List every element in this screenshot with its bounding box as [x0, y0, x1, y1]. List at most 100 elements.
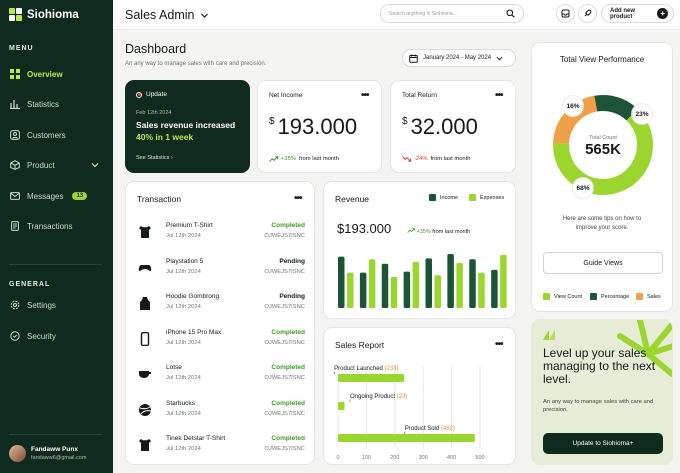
transaction-status: Pending	[279, 257, 305, 265]
transaction-row[interactable]: Playstation 5 Jul 12th 2024 Pending OJWEJS7…	[137, 256, 305, 286]
date-range-picker[interactable]: January 2024 - May 2024	[402, 49, 516, 67]
sidebar-item-settings[interactable]: Settings	[0, 295, 113, 315]
promo-card: Level up your sales managing to the next…	[531, 319, 673, 465]
topbar: Sales Admin Search anything in Siohioma.…	[113, 0, 680, 30]
upgrade-button[interactable]: Update to Siohioma+	[543, 433, 663, 454]
transaction-id: OJWEJS7ISNC	[264, 446, 305, 452]
promo-subtext: An any way to manage sales with care and…	[543, 399, 654, 413]
percent-bubble-label: 16%	[566, 103, 579, 110]
promo-headline: Level up your sales managing to the next…	[543, 346, 656, 386]
legend-swatch	[543, 293, 550, 300]
total-return-value: $32.000	[402, 114, 478, 140]
revenue-bar-income	[447, 253, 454, 308]
revenue-bar-income	[359, 272, 367, 308]
search-input[interactable]: Search anything in Siohioma...	[380, 4, 524, 23]
sidebar-item-label: Product	[27, 160, 55, 170]
transaction-row[interactable]: Starbucks Jul 12th 2024 Completed OJWEJS7IS…	[137, 398, 305, 428]
logo[interactable]: Siohioma	[9, 8, 79, 21]
donut-slice-percentage	[594, 95, 638, 121]
app-title[interactable]: Sales Admin	[125, 8, 209, 22]
sales-report-title: Sales Report	[335, 340, 385, 350]
trend-down-icon	[402, 156, 411, 162]
chevron-down-icon[interactable]	[91, 161, 99, 169]
legend-swatch	[469, 194, 476, 201]
total-return-card: Total Return ••• $32.000 -24% from last …	[390, 80, 516, 173]
transaction-card: Transaction ••• Premium T-Shirt Jul 12th …	[125, 181, 315, 465]
sidebar-item-security[interactable]: Security	[0, 326, 113, 346]
transaction-date: Jul 12th 2024	[166, 446, 201, 452]
transaction-id: OJWEJS7ISNC	[264, 304, 305, 310]
transaction-row[interactable]: Hoodie Gombrong Jul 12th 2024 Pending OJWEJ…	[137, 291, 305, 321]
legend-item-sales: Sales	[636, 293, 661, 300]
sidebar-item-messages[interactable]: Messages 13	[0, 186, 113, 206]
net-income-amount: 193.000	[277, 114, 358, 139]
legend-swatch	[429, 194, 436, 201]
see-statistics-link[interactable]: See Statistics ›	[136, 155, 173, 161]
transaction-id: OJWEJS7ISNC	[264, 233, 305, 239]
sales-report-chart: 0 100 200 300 400 500 Product Launched (233) On…	[333, 366, 485, 461]
guide-views-button[interactable]: Guide Views	[543, 252, 663, 274]
revenue-bar-expenses	[412, 261, 420, 308]
inbox-button[interactable]	[556, 4, 575, 23]
chevron-down-icon	[201, 13, 209, 18]
phone-icon	[138, 331, 152, 346]
transaction-row[interactable]: Premium T-Shirt Jul 12th 2024 Completed OJW…	[137, 220, 305, 250]
sidebar-item-transactions[interactable]: Transactions	[0, 216, 113, 236]
sidebar-item-label: Overview	[27, 69, 63, 79]
legend-label: Sales	[647, 293, 661, 300]
bar-chart-icon	[10, 99, 20, 109]
plus-icon: +	[657, 8, 668, 19]
tshirt-icon	[138, 438, 152, 452]
sidebar: Siohioma MENU Overview Statistics Custom…	[0, 0, 113, 473]
revenue-change: +35% from last month	[407, 228, 470, 235]
transaction-status: Completed	[271, 222, 305, 229]
chevron-right-icon: ›	[170, 155, 173, 161]
transaction-row[interactable]: iPhone 15 Pro Max Jul 12th 2024 Completed O…	[137, 327, 305, 357]
change-percent: +35%	[281, 156, 296, 162]
legend-item-percentage: Percentage	[590, 293, 629, 300]
menu-section-label: MENU	[9, 45, 34, 52]
leaf-logo-icon	[543, 330, 555, 340]
update-headline: Sales revenue increased	[136, 120, 236, 130]
more-icon[interactable]: •••	[495, 340, 503, 350]
hoodie-icon	[138, 296, 152, 310]
revenue-bar-expenses	[478, 272, 485, 308]
sidebar-item-statistics[interactable]: Statistics	[0, 94, 113, 114]
transaction-row[interactable]: Lotse Jul 12th 2024 Completed OJWEJS7ISNC	[137, 362, 305, 392]
sidebar-item-product[interactable]: Product	[0, 155, 113, 175]
transaction-id: OJWEJS7ISNC	[264, 268, 305, 275]
transaction-name: Playstation 5	[166, 257, 204, 265]
transaction-date: Jul 12th 2024	[166, 375, 201, 381]
total-return-change: -24% from last month	[402, 156, 471, 162]
more-icon[interactable]: •••	[294, 194, 302, 204]
sidebar-item-customers[interactable]: Customers	[0, 125, 113, 145]
app-title-text: Sales Admin	[125, 8, 195, 22]
sidebar-item-label: Customers	[27, 130, 66, 140]
sidebar-item-overview[interactable]: Overview	[0, 64, 113, 84]
donut-center-value: 565K	[585, 141, 621, 158]
legend-income: Income	[429, 194, 458, 201]
revenue-bar-chart	[338, 253, 507, 308]
x-tick-label: 100	[362, 455, 371, 461]
revenue-title: Revenue	[335, 194, 370, 204]
more-icon[interactable]: •••	[495, 91, 503, 101]
revenue-bar-income	[381, 263, 389, 308]
transaction-row[interactable]: Tinek Detstar T-Shirt Jul 12th 2024 Comple…	[137, 433, 305, 463]
logo-icon	[9, 8, 22, 21]
revenue-card: Revenue Income Expenses $193.000 +35% fr…	[323, 181, 516, 319]
sidebar-item-label: Transactions	[27, 221, 73, 231]
x-tick-label: 400	[447, 455, 456, 461]
user-profile[interactable]: Fandaww Punx fandaww6@gmail.com	[9, 445, 86, 462]
legend-expenses: Expenses	[469, 194, 504, 201]
rocket-button[interactable]	[578, 4, 597, 23]
total-view-title: Total View Performance	[559, 55, 645, 64]
more-icon[interactable]: •••	[361, 91, 369, 101]
update-highlight: 40% in 1 week	[136, 132, 193, 142]
add-product-label: Add new product	[610, 7, 635, 20]
add-product-button[interactable]: Add new product +	[601, 4, 674, 23]
tip-text: Here are some tips on how to improve you…	[562, 216, 642, 231]
transaction-id: OJWEJS7ISNC	[264, 410, 305, 417]
gamepad-icon	[138, 261, 152, 275]
revenue-bar-income	[425, 258, 432, 308]
general-section-label: GENERAL	[9, 281, 51, 288]
